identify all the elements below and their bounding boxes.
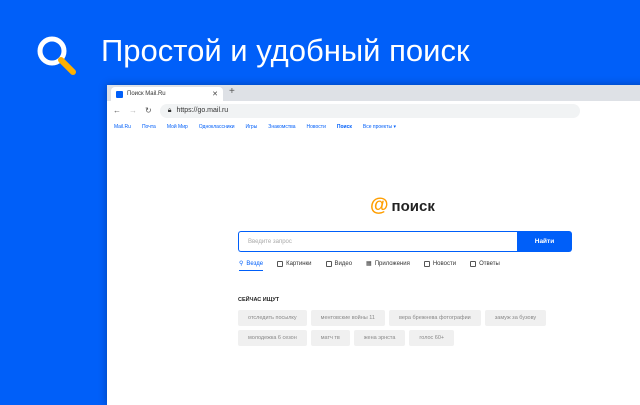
address-bar-row: ← → ↻ 🔒︎ https://go.mail.ru: [107, 101, 640, 120]
nav-link[interactable]: Одноклассники: [199, 124, 235, 134]
nav-links: Mail.Ru Почта Мой Мир Одноклассники Игры…: [107, 120, 640, 134]
nav-link[interactable]: Знакомства: [268, 124, 295, 134]
logo-text: поиск: [391, 197, 435, 215]
trending-chip[interactable]: ментовские войны 11: [310, 310, 385, 326]
back-icon[interactable]: ←: [113, 106, 121, 115]
tab-label: Картинки: [286, 260, 312, 267]
nav-link-all-projects[interactable]: Все проекты ▾: [363, 124, 396, 134]
nav-link[interactable]: Поиск: [337, 124, 352, 134]
tab-news[interactable]: Новости: [423, 260, 457, 267]
tab-video[interactable]: Видео: [325, 260, 353, 267]
browser-tab[interactable]: Поиск Mail.Ru ✕: [111, 87, 223, 101]
tab-label: Видео: [334, 260, 353, 267]
search-tabs: ⚲ Везде Картинки Видео ▦ Приложения Новост…: [239, 260, 500, 271]
search-button[interactable]: Найти: [517, 231, 572, 252]
url-text: https://go.mail.ru: [176, 107, 229, 114]
tab-everywhere[interactable]: ⚲ Везде: [239, 260, 264, 271]
tab-title: Поиск Mail.Ru: [127, 91, 166, 97]
image-icon: [277, 260, 284, 267]
video-icon: [325, 260, 332, 267]
search-icon: ⚲: [239, 261, 244, 267]
trending-chip[interactable]: отследить посылку: [238, 310, 307, 326]
grid-icon: ▦: [366, 261, 372, 267]
nav-link[interactable]: Почта: [142, 124, 156, 134]
tab-label: Новости: [432, 260, 457, 267]
trending-chip[interactable]: матч тв: [310, 330, 350, 346]
logo: @ поиск: [370, 195, 435, 217]
tab-label: Ответы: [479, 260, 500, 267]
tab-label: Приложения: [374, 260, 410, 267]
tab-answers[interactable]: Ответы: [470, 260, 500, 267]
nav-link[interactable]: Новости: [307, 124, 326, 134]
answers-icon: [470, 260, 477, 267]
trending-chip[interactable]: замуж за бузову: [484, 310, 547, 326]
tab-images[interactable]: Картинки: [277, 260, 312, 267]
browser-window: Поиск Mail.Ru ✕ + ← → ↻ 🔒︎ https://go.mail…: [107, 85, 640, 405]
close-icon[interactable]: ✕: [212, 90, 218, 98]
lock-icon: 🔒︎: [167, 106, 172, 114]
nav-link[interactable]: Мой Мир: [167, 124, 188, 134]
new-tab-button[interactable]: +: [229, 86, 235, 97]
hero-title: Простой и удобный поиск: [101, 33, 470, 68]
trending-chip[interactable]: вера брежнева фотографии: [388, 310, 481, 326]
tab-apps[interactable]: ▦ Приложения: [366, 260, 410, 268]
search-input[interactable]: Введите запрос: [238, 231, 517, 252]
logo-at: @: [370, 195, 389, 216]
tab-bar: Поиск Mail.Ru ✕ +: [107, 85, 640, 101]
search-form: Введите запрос Найти: [238, 231, 572, 252]
trending-list: отследить посылку ментовские войны 11 ве…: [238, 310, 548, 346]
tab-label: Везде: [246, 260, 264, 267]
nav-link[interactable]: Mail.Ru: [114, 124, 131, 134]
forward-icon[interactable]: →: [129, 106, 137, 115]
trending-heading: СЕЙЧАС ИЩУТ: [238, 297, 280, 303]
favicon-icon: [116, 90, 123, 98]
url-input[interactable]: 🔒︎ https://go.mail.ru: [159, 103, 580, 118]
search-icon: [37, 36, 76, 75]
reload-icon[interactable]: ↻: [145, 106, 152, 115]
trending-chip[interactable]: голос 60+: [409, 330, 455, 346]
news-icon: [423, 260, 430, 267]
nav-link[interactable]: Игры: [246, 124, 258, 134]
trending-chip[interactable]: молодежка 6 сезон: [238, 330, 307, 346]
trending-chip[interactable]: жена эрнста: [353, 330, 406, 346]
